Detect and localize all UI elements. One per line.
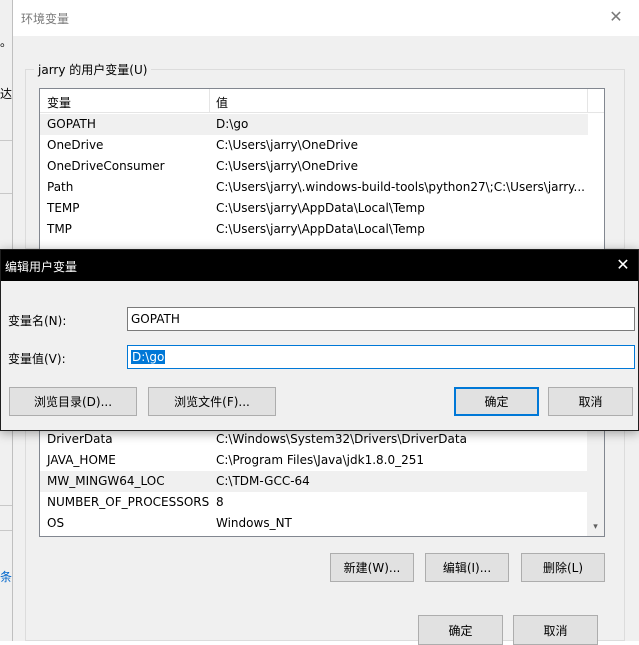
background-link[interactable]: 条 — [0, 568, 12, 585]
variable-value: C:\Program Files\Java\jdk1.8.0_251 — [216, 453, 425, 467]
system-variables-list[interactable]: DriverData C:\Windows\System32\Drivers\D… — [39, 420, 605, 537]
list-item[interactable]: JAVA_HOME C:\Program Files\Java\jdk1.8.0… — [40, 450, 588, 471]
edit-user-variable-dialog: 编辑用户变量 ✕ 变量名(N): GOPATH 变量值(V): D:\go 浏览… — [0, 249, 639, 431]
delete-variable-button[interactable]: 删除(L) — [521, 553, 605, 582]
list-item[interactable]: MW_MINGW64_LOC C:\TDM-GCC-64 — [40, 471, 588, 492]
variable-value-label: 变量值(V): — [8, 352, 66, 366]
chevron-down-icon[interactable]: ▾ — [587, 519, 604, 536]
variable-value: C:\Users\jarry\AppData\Local\Temp — [216, 201, 425, 215]
background-divider — [0, 140, 12, 141]
column-header-value[interactable]: 值 — [216, 94, 228, 111]
variable-name: JAVA_HOME — [47, 453, 116, 467]
column-header-variable[interactable]: 变量 — [47, 94, 71, 111]
list-item[interactable]: OneDrive C:\Users\jarry\OneDrive — [40, 135, 588, 156]
background-divider — [0, 505, 12, 506]
list-header: 变量 值 — [40, 89, 604, 113]
variable-name: Path — [47, 180, 74, 194]
list-item[interactable]: DriverData C:\Windows\System32\Drivers\D… — [40, 429, 588, 450]
variable-name: OS — [47, 516, 65, 530]
dialog-ok-button[interactable]: 确定 — [454, 387, 539, 416]
new-variable-button[interactable]: 新建(W)... — [330, 553, 414, 582]
env-window-title: 环境变量 — [21, 12, 70, 26]
variable-name: TMP — [47, 222, 72, 236]
dialog-titlebar[interactable]: 编辑用户变量 ✕ — [1, 250, 638, 281]
user-variables-group: jarry 的用户变量(U) 变量 值 GOPATH D:\go OneDriv… — [25, 61, 625, 258]
close-icon[interactable]: ✕ — [607, 8, 625, 26]
variable-name-field[interactable]: GOPATH — [127, 307, 635, 331]
variable-name: TEMP — [47, 201, 80, 215]
variable-name-label: 变量名(N): — [8, 314, 67, 328]
variable-value: C:\TDM-GCC-64 — [216, 474, 310, 488]
background-text: 。 — [0, 35, 13, 49]
list-item[interactable]: TEMP C:\Users\jarry\AppData\Local\Temp — [40, 198, 588, 219]
list-item[interactable]: Path C:\Users\jarry\.windows-build-tools… — [40, 177, 588, 198]
variable-name: NUMBER_OF_PROCESSORS — [47, 495, 210, 509]
variable-name: DriverData — [47, 432, 113, 446]
list-item[interactable]: GOPATH D:\go — [40, 114, 588, 135]
list-item[interactable]: NUMBER_OF_PROCESSORS 8 — [40, 492, 588, 513]
edit-variable-button[interactable]: 编辑(I)... — [425, 553, 509, 582]
browse-file-button[interactable]: 浏览文件(F)... — [148, 387, 276, 416]
variable-value: C:\Users\jarry\AppData\Local\Temp — [216, 222, 425, 236]
variable-name: GOPATH — [47, 117, 96, 131]
column-divider[interactable] — [587, 89, 588, 113]
variable-value: C:\Users\jarry\OneDrive — [216, 138, 359, 152]
dialog-cancel-button[interactable]: 取消 — [548, 387, 633, 416]
close-icon[interactable]: ✕ — [614, 256, 632, 274]
background-divider — [0, 193, 12, 194]
system-variables-group: DriverData C:\Windows\System32\Drivers\D… — [25, 420, 625, 641]
variable-name: OneDrive — [47, 138, 104, 152]
env-titlebar[interactable]: 环境变量 ✕ — [13, 0, 639, 36]
variable-value: Windows_NT — [216, 516, 292, 530]
column-divider[interactable] — [209, 89, 210, 113]
background-divider — [0, 530, 12, 531]
variable-name-field-text: GOPATH — [131, 312, 180, 326]
user-variables-label: jarry 的用户变量(U) — [34, 61, 152, 78]
background-text: 达技 — [0, 87, 12, 101]
vertical-scrollbar[interactable]: ▾ — [587, 420, 604, 536]
variable-value: C:\Users\jarry\.windows-build-tools\pyth… — [216, 180, 585, 194]
list-item[interactable]: OS Windows_NT — [40, 513, 588, 534]
variable-value: C:\Users\jarry\OneDrive — [216, 159, 359, 173]
variable-value-field-text: D:\go — [131, 350, 166, 364]
variable-value-field[interactable]: D:\go — [127, 345, 635, 369]
variable-name: MW_MINGW64_LOC — [47, 474, 165, 488]
variable-name: OneDriveConsumer — [47, 159, 165, 173]
browse-directory-button[interactable]: 浏览目录(D)... — [9, 387, 137, 416]
variable-value: C:\Windows\System32\Drivers\DriverData — [216, 432, 467, 446]
dialog-title: 编辑用户变量 — [5, 260, 78, 274]
variable-value: 8 — [216, 495, 224, 509]
list-item[interactable]: TMP C:\Users\jarry\AppData\Local\Temp — [40, 219, 588, 240]
user-variables-list[interactable]: 变量 值 GOPATH D:\go OneDrive C:\Users\jarr… — [39, 88, 605, 258]
list-item[interactable]: OneDriveConsumer C:\Users\jarry\OneDrive — [40, 156, 588, 177]
variable-value: D:\go — [216, 117, 249, 131]
